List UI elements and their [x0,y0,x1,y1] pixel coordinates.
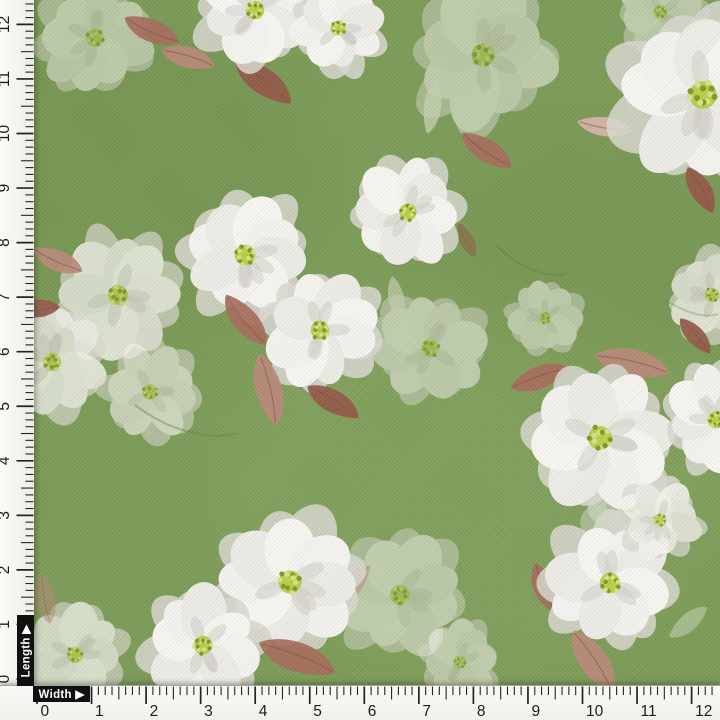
svg-text:5: 5 [0,402,13,411]
svg-text:4: 4 [259,703,268,720]
svg-text:2: 2 [150,703,159,720]
width-axis-label-text: Width ▶ [39,687,85,701]
length-axis-label-text: Length ▶ [19,624,33,677]
width-axis-label: Width ▶ [33,686,90,702]
fabric-pattern-image [0,0,720,720]
svg-text:0: 0 [0,674,13,683]
svg-text:7: 7 [0,293,13,302]
svg-text:3: 3 [0,511,13,520]
svg-text:2: 2 [0,566,13,575]
svg-text:9: 9 [531,703,540,720]
svg-text:10: 10 [586,703,604,720]
svg-text:11: 11 [0,71,13,87]
svg-text:5: 5 [313,703,322,720]
svg-text:0: 0 [41,703,50,720]
horizontal-ruler-scale: 0123456789101112 [0,686,720,720]
svg-text:1: 1 [0,620,13,629]
svg-text:1: 1 [95,703,104,720]
svg-text:9: 9 [0,184,13,193]
svg-text:10: 10 [0,125,13,143]
vertical-ruler-scale: 0123456789101112 [0,0,34,685]
svg-text:3: 3 [204,703,213,720]
svg-text:7: 7 [422,703,431,720]
svg-text:8: 8 [477,703,486,720]
svg-text:6: 6 [0,347,13,356]
fabric-product-photo: 0123456789101112 0123456789101112 inch L… [0,0,720,720]
length-axis-label: Length ▶ [17,615,34,686]
svg-text:12: 12 [0,16,13,33]
vertical-ruler: 0123456789101112 [0,0,34,685]
svg-text:8: 8 [0,238,13,247]
svg-text:6: 6 [368,703,377,720]
svg-text:4: 4 [0,456,13,465]
svg-text:11: 11 [641,703,657,720]
svg-text:12: 12 [695,703,712,720]
horizontal-ruler: 0123456789101112 inch [0,685,720,720]
